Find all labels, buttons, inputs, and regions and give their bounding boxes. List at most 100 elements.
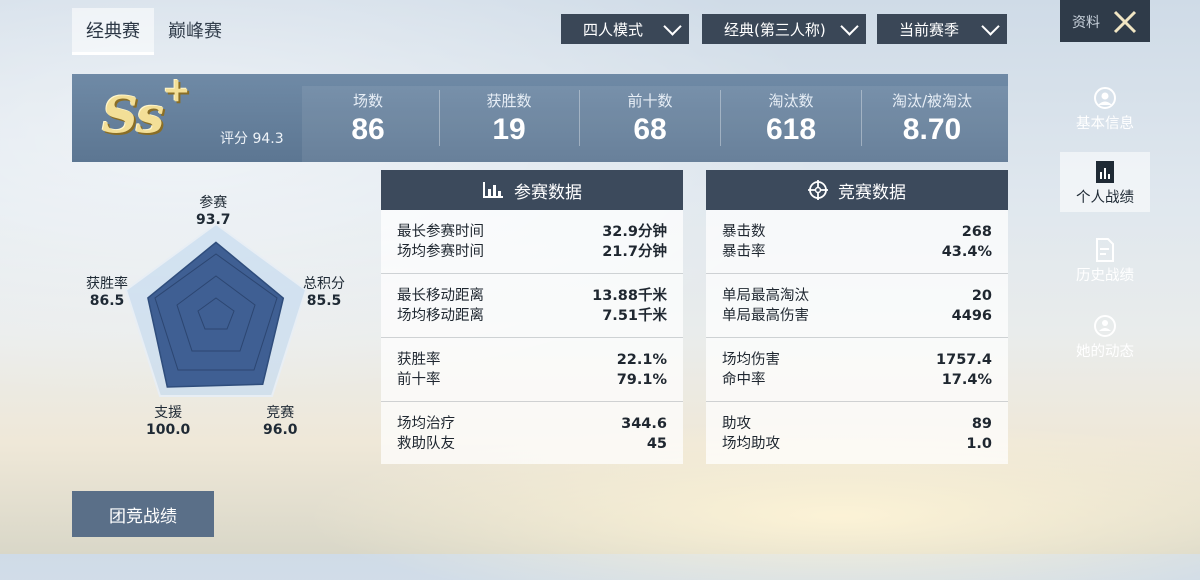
stat-row: 暴击率 43.4% xyxy=(722,242,992,262)
participation-panel: 参赛数据 最长参赛时间 32.9分钟 场均参赛时间 21.7分钟 最长移动距离 13.… xyxy=(381,170,683,464)
row-label: 助攻 xyxy=(722,416,751,432)
mode-tabs: 经典赛 巅峰赛 xyxy=(72,8,236,56)
row-label: 单局最高伤害 xyxy=(722,308,809,324)
stat-top10: 前十数 68 xyxy=(580,90,720,147)
stat-row: 最长移动距离 13.88千米 xyxy=(397,286,667,306)
row-value: 20 xyxy=(971,288,992,304)
row-label: 单局最高淘汰 xyxy=(722,288,809,304)
stat-wins: 获胜数 19 xyxy=(439,90,579,147)
tab-classic[interactable]: 经典赛 xyxy=(72,8,154,55)
row-value: 13.88千米 xyxy=(592,288,667,304)
row-value: 17.4% xyxy=(941,372,992,388)
history-document-icon xyxy=(1096,238,1114,262)
stat-eliminations: 淘汰数 618 xyxy=(721,90,861,147)
row-label: 场均治疗 xyxy=(397,416,455,432)
stat-row: 场均参赛时间 21.7分钟 xyxy=(397,242,667,262)
radar-axis-value: 100.0 xyxy=(146,422,191,438)
sidebar-item-activity[interactable]: 她的动态 xyxy=(1060,314,1150,370)
stat-matches: 场数 86 xyxy=(298,90,438,147)
radar-axis-label: 支援 xyxy=(154,405,183,421)
radar-axis-value: 86.5 xyxy=(89,293,125,309)
chevron-down-icon xyxy=(663,16,682,36)
row-label: 最长移动距离 xyxy=(397,288,484,304)
stat-row: 暴击数 268 xyxy=(722,222,992,242)
row-value: 344.6 xyxy=(621,416,667,432)
stat-row: 场均助攻 1.0 xyxy=(722,434,992,454)
rank-plus: + xyxy=(162,70,190,110)
row-label: 命中率 xyxy=(722,372,766,388)
stat-row: 助攻 89 xyxy=(722,414,992,434)
stat-group: 最长参赛时间 32.9分钟 场均参赛时间 21.7分钟 xyxy=(381,210,683,274)
panel-title: 竞赛数据 xyxy=(838,182,906,203)
chevron-down-icon xyxy=(981,16,1000,36)
sidebar-item-label: 基本信息 xyxy=(1076,116,1134,132)
stat-label: 获胜数 xyxy=(486,92,532,110)
chevron-down-icon xyxy=(840,16,859,36)
row-label: 最长参赛时间 xyxy=(397,224,484,240)
radar-label-total-score: 总积分 85.5 xyxy=(303,276,345,310)
stat-row: 最长参赛时间 32.9分钟 xyxy=(397,222,667,242)
row-label: 场均移动距离 xyxy=(397,308,484,324)
radar-axis-label: 竞赛 xyxy=(266,405,295,421)
stat-group: 暴击数 268 暴击率 43.4% xyxy=(706,210,1008,274)
radar-axis-value: 96.0 xyxy=(263,422,298,438)
stats-document-icon xyxy=(1096,161,1114,183)
row-value: 22.1% xyxy=(616,352,667,368)
summary-band: Ss+ 评分 94.3 场数 86 获胜数 19 前十数 68 淘汰数 618 … xyxy=(72,70,1008,162)
bar-chart-icon xyxy=(483,182,503,198)
sidebar-item-basic-info[interactable]: 基本信息 xyxy=(1060,86,1150,142)
radar-axis-value: 93.7 xyxy=(196,212,231,228)
row-label: 前十率 xyxy=(397,372,441,388)
competition-panel-header: 竞赛数据 xyxy=(706,170,1008,210)
sidebar-item-personal-record[interactable]: 个人战绩 xyxy=(1060,152,1150,212)
row-value: 21.7分钟 xyxy=(602,244,667,260)
stat-row: 前十率 79.1% xyxy=(397,370,667,390)
stat-label: 淘汰数 xyxy=(768,92,814,110)
stat-row: 场均治疗 344.6 xyxy=(397,414,667,434)
radar-label-support: 支援 100.0 xyxy=(146,405,190,439)
radar-axis-label: 获胜率 xyxy=(86,276,128,292)
stat-row: 场均伤害 1757.4 xyxy=(722,350,992,370)
season-value: 当前赛季 xyxy=(899,20,960,39)
row-label: 场均参赛时间 xyxy=(397,244,484,260)
stat-group: 场均治疗 344.6 救助队友 45 xyxy=(381,402,683,465)
row-label: 场均助攻 xyxy=(722,436,780,452)
rank-letters: Ss xyxy=(102,85,164,145)
stat-group: 最长移动距离 13.88千米 场均移动距离 7.51千米 xyxy=(381,274,683,338)
close-icon[interactable] xyxy=(1112,9,1138,35)
season-dropdown[interactable]: 当前赛季 xyxy=(877,14,1007,44)
row-value: 32.9分钟 xyxy=(602,224,667,240)
stat-group: 场均伤害 1757.4 命中率 17.4% xyxy=(706,338,1008,402)
sidebar-item-label: 她的动态 xyxy=(1076,344,1134,360)
panel-title: 参赛数据 xyxy=(514,182,582,203)
stat-label: 淘汰/被淘汰 xyxy=(891,92,973,110)
sidebar-item-label: 历史战绩 xyxy=(1076,268,1134,284)
row-value: 1.0 xyxy=(966,436,992,452)
radar-label-win-rate: 获胜率 86.5 xyxy=(86,276,128,310)
row-label: 暴击率 xyxy=(722,244,766,260)
tab-peak[interactable]: 巅峰赛 xyxy=(154,8,236,52)
team-battle-stats-button[interactable]: 团竞战绩 xyxy=(72,491,214,537)
participation-panel-header: 参赛数据 xyxy=(381,170,683,210)
stat-group: 单局最高淘汰 20 单局最高伤害 4496 xyxy=(706,274,1008,338)
row-value: 89 xyxy=(971,416,992,432)
row-label: 获胜率 xyxy=(397,352,441,368)
row-value: 79.1% xyxy=(616,372,667,388)
stat-row: 救助队友 45 xyxy=(397,434,667,454)
stat-label: 场数 xyxy=(352,92,383,110)
sidebar-header: 资料 xyxy=(1060,0,1150,42)
stat-value: 19 xyxy=(492,113,526,146)
perspective-value: 经典(第三人称) xyxy=(724,20,826,39)
team-mode-dropdown[interactable]: 四人模式 xyxy=(561,14,689,44)
row-value: 45 xyxy=(646,436,667,452)
row-label: 场均伤害 xyxy=(722,352,780,368)
radar-axis-label: 总积分 xyxy=(303,276,345,292)
row-value: 268 xyxy=(961,224,992,240)
perspective-dropdown[interactable]: 经典(第三人称) xyxy=(702,14,866,44)
radar-label-competition: 竞赛 96.0 xyxy=(263,405,298,439)
rating-score: 评分 94.3 xyxy=(220,131,284,147)
sidebar-item-history[interactable]: 历史战绩 xyxy=(1060,238,1150,294)
stat-label: 前十数 xyxy=(627,92,673,110)
stat-group: 获胜率 22.1% 前十率 79.1% xyxy=(381,338,683,402)
row-value: 7.51千米 xyxy=(602,308,667,324)
